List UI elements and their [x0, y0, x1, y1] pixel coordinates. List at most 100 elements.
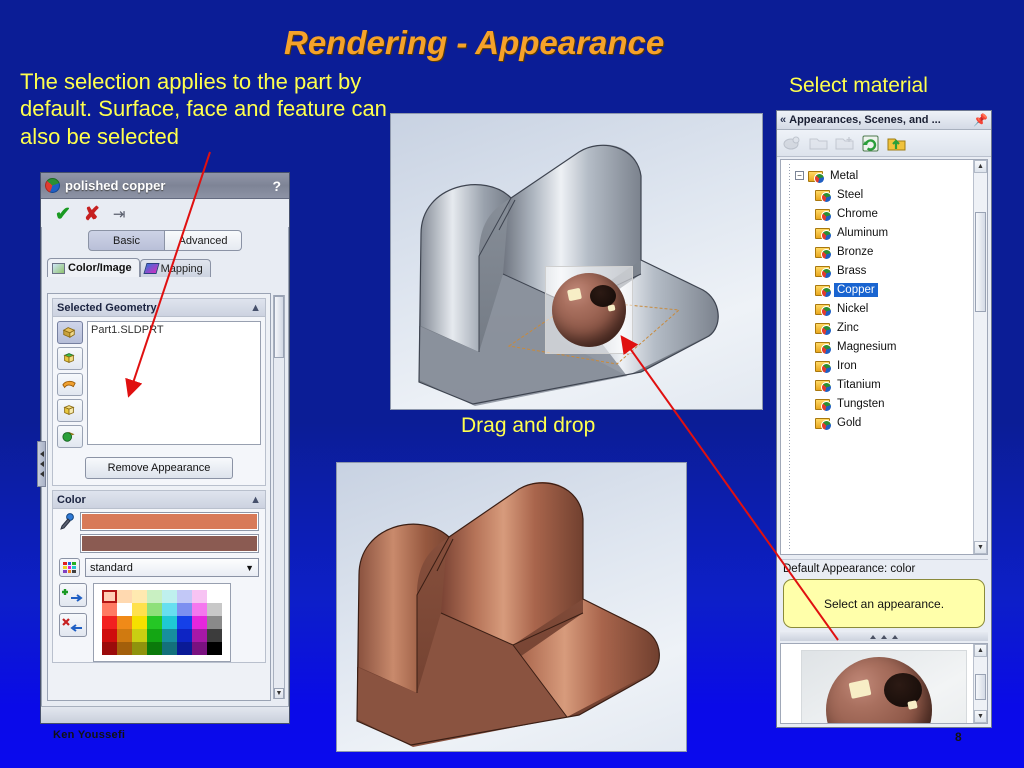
palette-cell[interactable]: [132, 590, 147, 603]
palette-cell[interactable]: [162, 590, 177, 603]
property-manager-scrollbar[interactable]: ▲ ▼: [273, 295, 285, 699]
palette-cell[interactable]: [117, 616, 132, 629]
palette-cell[interactable]: [162, 629, 177, 642]
palette-cell[interactable]: [102, 590, 117, 603]
palette-cell[interactable]: [177, 603, 192, 616]
preview-item[interactable]: polished copper: [801, 650, 967, 723]
palette-cell[interactable]: [207, 616, 222, 629]
pin-icon[interactable]: 📌: [973, 113, 988, 127]
preview-scrollbar[interactable]: ▲ ▼: [973, 644, 987, 723]
palette-cell[interactable]: [177, 616, 192, 629]
palette-cell[interactable]: [147, 642, 162, 655]
tab-color-image[interactable]: Color/Image: [47, 258, 140, 277]
collapse-chevron-icon[interactable]: ▲: [250, 302, 261, 314]
collapse-expander-icon[interactable]: −: [795, 171, 804, 180]
new-folder-icon[interactable]: [834, 134, 855, 153]
palette-cell[interactable]: [162, 642, 177, 655]
palette-cell[interactable]: [147, 590, 162, 603]
part-grey-viewport[interactable]: [390, 113, 763, 410]
palette-cell[interactable]: [207, 603, 222, 616]
palette-cell[interactable]: [102, 642, 117, 655]
tree-node-aluminum[interactable]: Aluminum: [781, 223, 987, 242]
list-item[interactable]: Part1.SLDPRT: [91, 324, 257, 336]
selected-geometry-header[interactable]: Selected Geometry ▲: [53, 299, 265, 317]
color-group-header[interactable]: Color ▲: [53, 491, 265, 509]
help-button[interactable]: ?: [272, 178, 281, 194]
palette-cell[interactable]: [132, 603, 147, 616]
palette-cell[interactable]: [147, 603, 162, 616]
palette-dropdown[interactable]: standard ▼: [85, 558, 259, 577]
select-feature-icon[interactable]: [57, 399, 83, 422]
color-palette-icon[interactable]: [59, 558, 80, 577]
tree-node-zinc[interactable]: Zinc: [781, 318, 987, 337]
part-copper-viewport[interactable]: [336, 462, 687, 752]
palette-cell[interactable]: [207, 642, 222, 655]
scroll-up-icon[interactable]: ▲: [974, 644, 987, 657]
palette-cell[interactable]: [192, 590, 207, 603]
select-appearance-icon[interactable]: [57, 425, 83, 448]
scroll-thumb[interactable]: [274, 296, 284, 358]
tree-node-metal[interactable]: − Metal: [781, 166, 987, 185]
tree-node-brass[interactable]: Brass: [781, 261, 987, 280]
tree-node-nickel[interactable]: Nickel: [781, 299, 987, 318]
palette-cell[interactable]: [132, 629, 147, 642]
scroll-thumb[interactable]: [975, 674, 986, 700]
primary-color-swatch[interactable]: [80, 512, 259, 531]
selected-geometry-list[interactable]: Part1.SLDPRT: [87, 321, 261, 445]
palette-cell[interactable]: [162, 603, 177, 616]
double-chevron-left-icon[interactable]: «: [780, 114, 786, 126]
palette-cell[interactable]: [192, 616, 207, 629]
tree-node-magnesium[interactable]: Magnesium: [781, 337, 987, 356]
cancel-button[interactable]: ✘: [84, 205, 100, 224]
palette-cell[interactable]: [192, 642, 207, 655]
palette-cell[interactable]: [102, 616, 117, 629]
tree-node-iron[interactable]: Iron: [781, 356, 987, 375]
up-folder-icon[interactable]: [886, 134, 907, 153]
advanced-mode-button[interactable]: Advanced: [165, 230, 242, 251]
palette-cell[interactable]: [132, 616, 147, 629]
scroll-thumb[interactable]: [975, 212, 986, 312]
secondary-color-swatch[interactable]: [80, 534, 259, 553]
palette-cell[interactable]: [117, 590, 132, 603]
palette-cell[interactable]: [192, 629, 207, 642]
tree-scrollbar[interactable]: ▲ ▼: [973, 160, 987, 554]
select-body-icon[interactable]: [57, 347, 83, 370]
open-folder-icon[interactable]: [808, 134, 829, 153]
palette-cell[interactable]: [147, 629, 162, 642]
tree-node-bronze[interactable]: Bronze: [781, 242, 987, 261]
pin-button[interactable]: ⇥: [113, 207, 126, 222]
scroll-down-icon[interactable]: ▼: [974, 541, 987, 554]
palette-cell[interactable]: [117, 629, 132, 642]
palette-cell[interactable]: [147, 616, 162, 629]
palette-cell[interactable]: [177, 642, 192, 655]
appearance-tree[interactable]: − Metal Steel Chrome Aluminum Bronze Brass Copp…: [780, 159, 988, 555]
remove-color-button[interactable]: [59, 613, 87, 637]
basic-mode-button[interactable]: Basic: [88, 230, 165, 251]
flyout-handle[interactable]: [37, 441, 46, 487]
refresh-icon[interactable]: [860, 134, 881, 153]
palette-cell[interactable]: [132, 642, 147, 655]
tree-node-titanium[interactable]: Titanium: [781, 375, 987, 394]
palette-cell[interactable]: [177, 629, 192, 642]
palette-cell[interactable]: [117, 642, 132, 655]
tab-mapping[interactable]: Mapping: [139, 259, 211, 277]
palette-cell[interactable]: [117, 603, 132, 616]
select-part-icon[interactable]: [57, 321, 83, 344]
palette-cell[interactable]: [207, 629, 222, 642]
accept-button[interactable]: ✔: [55, 205, 71, 224]
tree-node-chrome[interactable]: Chrome: [781, 204, 987, 223]
palette-cell[interactable]: [102, 603, 117, 616]
scroll-up-icon[interactable]: ▲: [974, 160, 987, 173]
drag-drop-sphere-overlay[interactable]: [545, 266, 633, 354]
palette-cell[interactable]: [177, 590, 192, 603]
eyedropper-icon[interactable]: [59, 512, 75, 531]
remove-appearance-button[interactable]: Remove Appearance: [85, 457, 233, 479]
select-face-icon[interactable]: [57, 373, 83, 396]
palette-cell[interactable]: [207, 590, 222, 603]
palette-cell[interactable]: [162, 616, 177, 629]
tree-node-gold[interactable]: Gold: [781, 413, 987, 432]
color-palette-grid[interactable]: [102, 590, 222, 655]
add-color-button[interactable]: [59, 583, 87, 607]
scroll-down-icon[interactable]: ▼: [974, 710, 987, 723]
drag-icon[interactable]: [782, 134, 803, 153]
